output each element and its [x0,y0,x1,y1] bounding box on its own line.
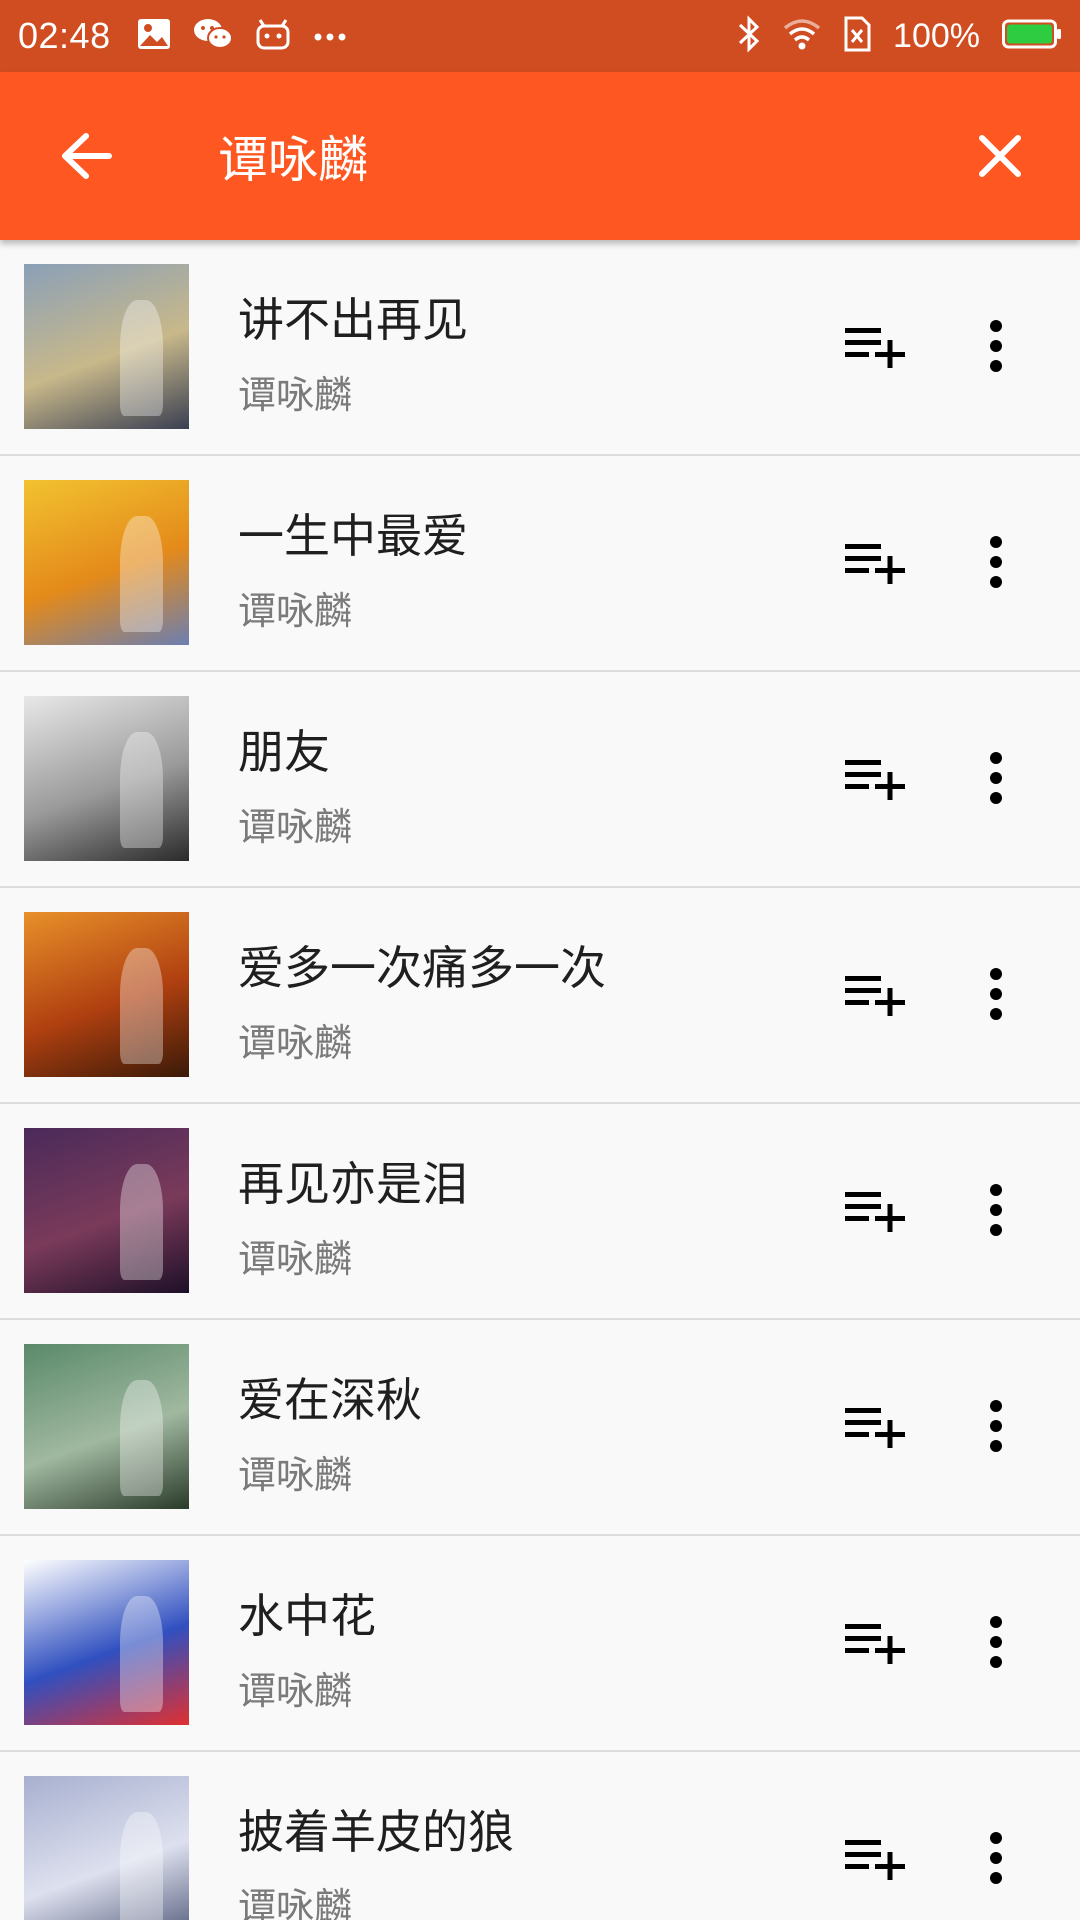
playlist-add-icon [845,1840,905,1880]
album-art [24,480,189,645]
song-title: 披着羊皮的狼 [238,1805,514,1859]
image-icon [137,18,171,54]
song-title: 爱在深秋 [238,1373,422,1427]
song-title: 朋友 [238,725,330,779]
song-row[interactable]: 讲不出再见 谭咏麟 [0,240,1080,456]
battery-icon [1002,19,1062,53]
song-row[interactable]: 爱在深秋 谭咏麟 [0,1320,1080,1536]
song-artist: 谭咏麟 [238,373,353,417]
back-button[interactable] [54,124,118,188]
song-artist: 谭咏麟 [238,1453,353,1497]
song-title: 一生中最爱 [238,509,468,563]
more-vert-icon [990,968,1002,1020]
more-options-button[interactable] [968,1176,1024,1244]
more-options-button[interactable] [968,1824,1024,1892]
song-artist: 谭咏麟 [238,805,353,849]
more-dots-icon [313,27,347,46]
song-title: 爱多一次痛多一次 [238,941,606,995]
song-row[interactable]: 朋友 谭咏麟 [0,672,1080,888]
wifi-icon [783,18,821,54]
playlist-add-icon [845,328,905,368]
status-bar: 02:48 100% [0,0,1080,72]
playlist-add-icon [845,1624,905,1664]
wechat-icon [193,17,233,55]
add-to-playlist-button[interactable] [838,532,912,592]
battery-percent: 100% [893,16,980,55]
album-art [24,696,189,861]
album-cover-image [119,1596,163,1712]
album-art [24,264,189,429]
song-artist: 谭咏麟 [238,1885,353,1920]
app-bar: 谭咏麟 [0,72,1080,240]
album-cover-image [119,948,163,1064]
playlist-add-icon [845,1408,905,1448]
song-row[interactable]: 披着羊皮的狼 谭咏麟 [0,1752,1080,1920]
album-cover-image [119,1164,163,1280]
more-options-button[interactable] [968,1608,1024,1676]
notification-icons [137,17,347,55]
album-cover-image [119,732,163,848]
more-options-button[interactable] [968,312,1024,380]
song-row[interactable]: 爱多一次痛多一次 谭咏麟 [0,888,1080,1104]
album-art [24,912,189,1077]
more-options-button[interactable] [968,528,1024,596]
more-vert-icon [990,1832,1002,1884]
more-options-button[interactable] [968,744,1024,812]
android-icon [255,18,291,54]
system-icons: 100% [737,15,1062,57]
no-sim-icon [843,16,871,56]
add-to-playlist-button[interactable] [838,1612,912,1672]
album-cover-image [119,1380,163,1496]
add-to-playlist-button[interactable] [838,1180,912,1240]
more-vert-icon [990,752,1002,804]
add-to-playlist-button[interactable] [838,964,912,1024]
add-to-playlist-button[interactable] [838,1396,912,1456]
more-vert-icon [990,1184,1002,1236]
album-art [24,1560,189,1725]
song-artist: 谭咏麟 [238,1021,353,1065]
song-artist: 谭咏麟 [238,1669,353,1713]
album-cover-image [119,516,163,632]
more-vert-icon [990,1616,1002,1668]
add-to-playlist-button[interactable] [838,1828,912,1888]
song-list: 讲不出再见 谭咏麟 一生中最爱 谭咏麟 朋友 谭咏麟 爱多一次痛多一次 谭咏麟 … [0,240,1080,1920]
album-art [24,1776,189,1920]
playlist-add-icon [845,1192,905,1232]
album-cover-image [119,300,163,416]
album-cover-image [119,1812,163,1920]
close-icon [979,135,1021,177]
more-vert-icon [990,1400,1002,1452]
playlist-add-icon [845,544,905,584]
more-options-button[interactable] [968,960,1024,1028]
playlist-add-icon [845,760,905,800]
close-button[interactable] [968,124,1032,188]
song-artist: 谭咏麟 [238,589,353,633]
album-art [24,1344,189,1509]
add-to-playlist-button[interactable] [838,748,912,808]
add-to-playlist-button[interactable] [838,316,912,376]
album-art [24,1128,189,1293]
more-vert-icon [990,320,1002,372]
song-row[interactable]: 再见亦是泪 谭咏麟 [0,1104,1080,1320]
status-time: 02:48 [18,15,111,56]
song-row[interactable]: 水中花 谭咏麟 [0,1536,1080,1752]
song-row[interactable]: 一生中最爱 谭咏麟 [0,456,1080,672]
more-vert-icon [990,536,1002,588]
playlist-add-icon [845,976,905,1016]
more-options-button[interactable] [968,1392,1024,1460]
arrow-left-icon [62,133,112,179]
song-artist: 谭咏麟 [238,1237,353,1281]
bluetooth-icon [737,15,761,57]
song-title: 讲不出再见 [238,293,468,347]
song-title: 水中花 [238,1589,376,1643]
page-title: 谭咏麟 [218,131,368,189]
song-title: 再见亦是泪 [238,1157,468,1211]
